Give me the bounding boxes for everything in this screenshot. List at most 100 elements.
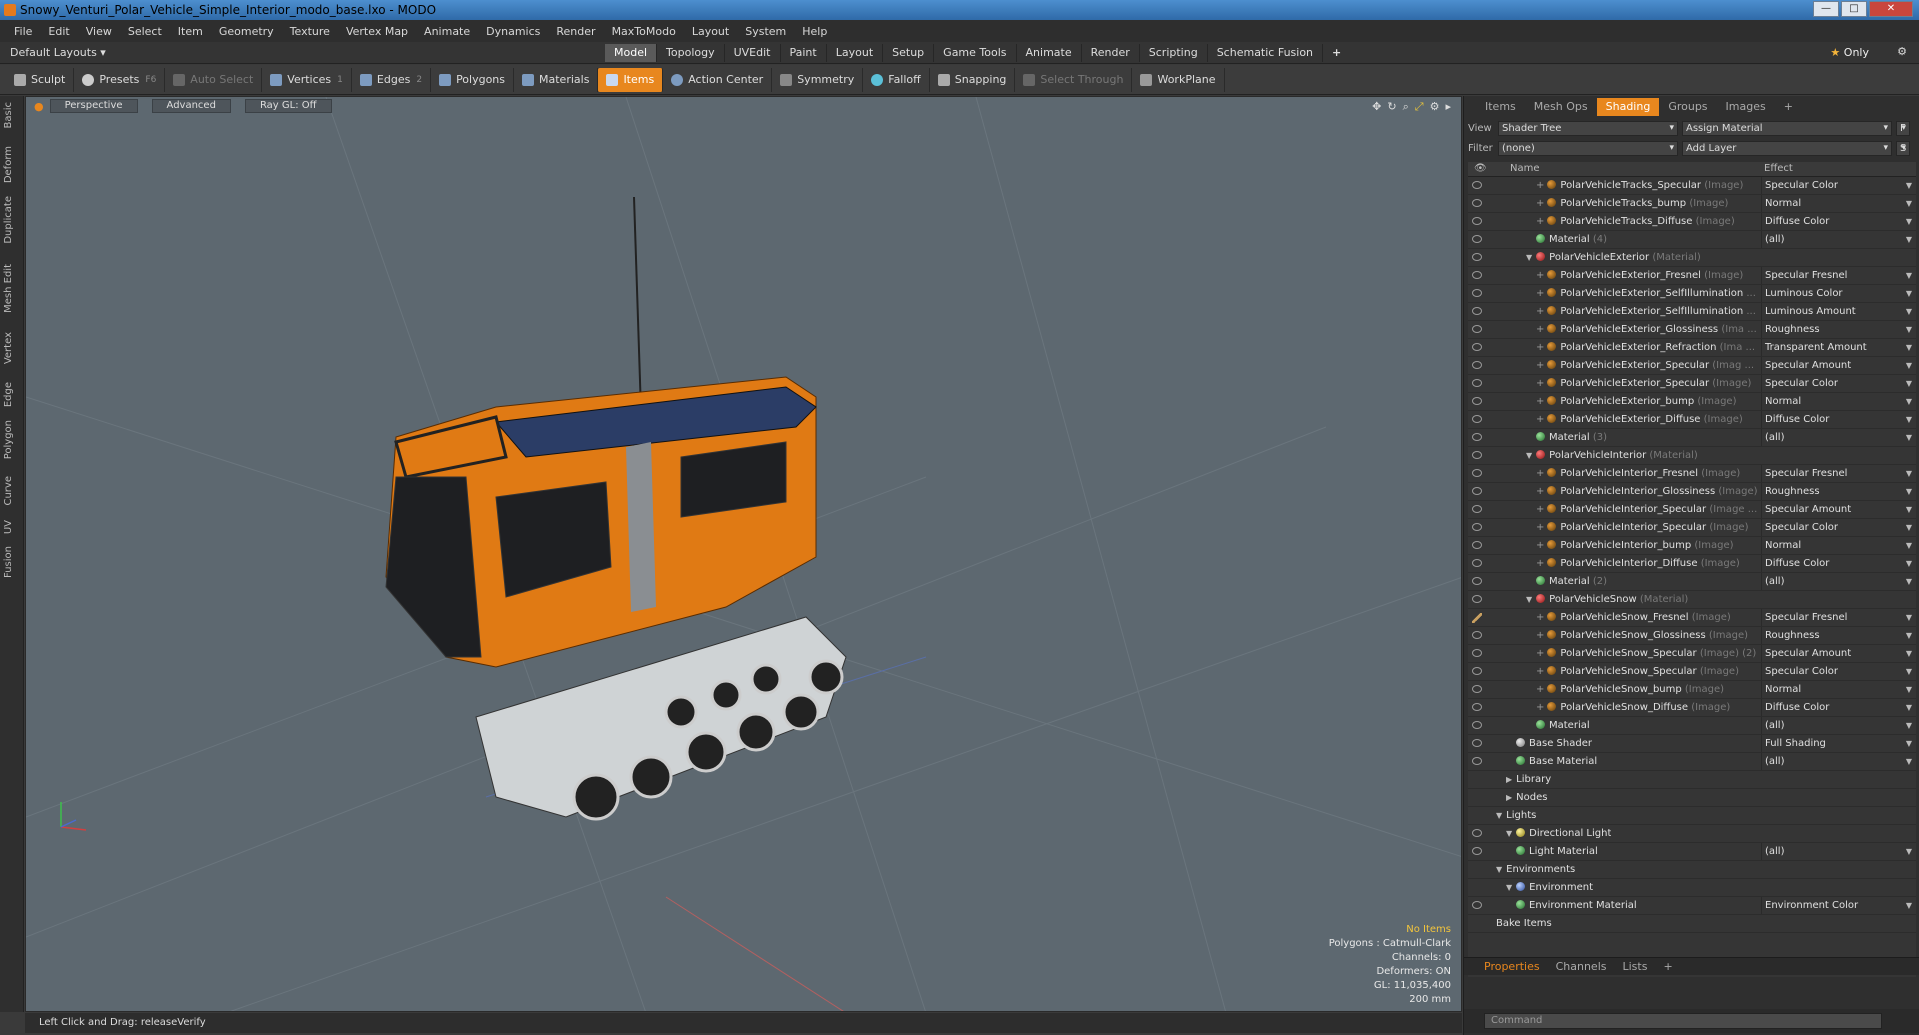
visibility-eye-icon[interactable] (1472, 217, 1482, 225)
expand-plus-icon[interactable]: + (1536, 216, 1544, 227)
tree-row[interactable]: Bake Items (1468, 915, 1916, 933)
visibility-eye-icon[interactable] (1472, 379, 1482, 387)
layer-effect[interactable]: Roughness (1761, 321, 1916, 338)
tree-row[interactable]: + PolarVehicleExterior_Specular (Imag ...… (1468, 357, 1916, 375)
expand-arrow-icon[interactable]: ▼ (1496, 811, 1502, 820)
tree-row[interactable]: Material (all) ▼ (1468, 717, 1916, 735)
visibility-eye-icon[interactable] (1472, 703, 1482, 711)
expand-plus-icon[interactable]: + (1536, 540, 1544, 551)
layer-effect[interactable]: (all) (1761, 753, 1916, 770)
add-layout-tab-button[interactable]: + (1323, 44, 1350, 62)
tree-row[interactable]: Base Shader Full Shading ▼ (1468, 735, 1916, 753)
bottom-tab-properties[interactable]: Properties (1476, 958, 1548, 975)
tree-row[interactable]: ▶ Library (1468, 771, 1916, 789)
effect-column-header[interactable]: Effect (1764, 163, 1793, 174)
visibility-eye-icon[interactable] (1472, 721, 1482, 729)
3d-viewport[interactable]: ● Perspective Advanced Ray GL: Off ✥ ↻ ⌕… (25, 96, 1462, 1012)
effect-dropdown-icon[interactable]: ▼ (1906, 609, 1912, 626)
effect-dropdown-icon[interactable]: ▼ (1906, 339, 1912, 356)
assign-material-dropdown[interactable]: Assign Material (1682, 121, 1892, 136)
tree-row[interactable]: ▼ Environments (1468, 861, 1916, 879)
effect-dropdown-icon[interactable]: ▼ (1906, 195, 1912, 212)
layer-effect[interactable]: (all) (1761, 843, 1916, 860)
tree-row[interactable]: + PolarVehicleExterior_Diffuse (Image) Dif… (1468, 411, 1916, 429)
tree-row[interactable]: + PolarVehicleSnow_Fresnel (Image) Specula… (1468, 609, 1916, 627)
effect-dropdown-icon[interactable]: ▼ (1906, 627, 1912, 644)
expand-arrow-icon[interactable]: ▼ (1526, 451, 1532, 460)
effect-dropdown-icon[interactable]: ▼ (1906, 357, 1912, 374)
shading-advanced-dropdown[interactable]: Advanced (151, 99, 231, 113)
menu-view[interactable]: View (78, 25, 120, 38)
visibility-eye-icon[interactable] (1472, 685, 1482, 693)
expand-plus-icon[interactable]: + (1536, 342, 1544, 353)
menu-animate[interactable]: Animate (416, 25, 478, 38)
layer-effect[interactable]: Specular Fresnel (1761, 267, 1916, 284)
layer-effect[interactable]: Specular Fresnel (1761, 465, 1916, 482)
menu-maxtomodo[interactable]: MaxToModo (604, 25, 684, 38)
menu-edit[interactable]: Edit (40, 25, 77, 38)
tab-topology[interactable]: Topology (657, 44, 725, 62)
tree-row[interactable]: + PolarVehicleExterior_Refraction (Ima ..… (1468, 339, 1916, 357)
workplane-button[interactable]: WorkPlane (1132, 67, 1225, 92)
effect-dropdown-icon[interactable]: ▼ (1906, 753, 1912, 770)
left-tab-basic[interactable]: Basic (3, 102, 21, 128)
maximize-button[interactable]: □ (1841, 1, 1867, 17)
effect-dropdown-icon[interactable]: ▼ (1906, 465, 1912, 482)
collapse-arrow-icon[interactable]: ▶ (1506, 793, 1512, 802)
layer-effect[interactable]: Luminous Amount (1761, 303, 1916, 320)
layer-effect[interactable]: (all) (1761, 717, 1916, 734)
layer-effect[interactable]: Specular Fresnel (1761, 609, 1916, 626)
visibility-eye-icon[interactable] (1472, 505, 1482, 513)
left-tab-deform[interactable]: Deform (3, 146, 21, 183)
visibility-eye-icon[interactable] (1472, 271, 1482, 279)
default-layouts-dropdown[interactable]: Default Layouts ▾ (10, 46, 106, 59)
layer-effect[interactable]: Diffuse Color (1761, 699, 1916, 716)
command-input[interactable]: Command (1484, 1013, 1882, 1029)
effect-dropdown-icon[interactable]: ▼ (1906, 573, 1912, 590)
expand-plus-icon[interactable]: + (1536, 468, 1544, 479)
visibility-eye-icon[interactable] (1472, 397, 1482, 405)
visibility-eye-icon[interactable] (1472, 451, 1482, 459)
tree-row[interactable]: + PolarVehicleInterior_Diffuse (Image) Dif… (1468, 555, 1916, 573)
visibility-eye-icon[interactable] (1472, 343, 1482, 351)
effect-dropdown-icon[interactable]: ▼ (1906, 537, 1912, 554)
view-dropdown[interactable]: Shader Tree (1498, 121, 1678, 136)
bottom-tab-lists[interactable]: Lists (1615, 958, 1656, 975)
only-toggle[interactable]: ★ Only (1830, 46, 1869, 59)
visibility-eye-icon[interactable] (1472, 325, 1482, 333)
expand-plus-icon[interactable]: + (1536, 324, 1544, 335)
expand-plus-icon[interactable]: + (1536, 558, 1544, 569)
left-tab-fusion[interactable]: Fusion (3, 546, 21, 578)
effect-dropdown-icon[interactable]: ▼ (1906, 843, 1912, 860)
layer-effect[interactable]: Specular Amount (1761, 501, 1916, 518)
f-button[interactable]: F (1896, 121, 1910, 136)
expand-plus-icon[interactable]: + (1536, 414, 1544, 425)
visibility-eye-icon[interactable] (1472, 523, 1482, 531)
effect-dropdown-icon[interactable]: ▼ (1906, 519, 1912, 536)
expand-plus-icon[interactable]: + (1536, 360, 1544, 371)
layer-effect[interactable]: Roughness (1761, 483, 1916, 500)
expand-plus-icon[interactable]: + (1536, 522, 1544, 533)
visibility-eye-icon[interactable] (1472, 757, 1482, 765)
tree-row[interactable]: + PolarVehicleInterior_Glossiness (Image)… (1468, 483, 1916, 501)
tree-row[interactable]: + PolarVehicleExterior_SelfIllumination .… (1468, 285, 1916, 303)
layer-effect[interactable]: Diffuse Color (1761, 411, 1916, 428)
tree-row[interactable]: ▼ Directional Light (1468, 825, 1916, 843)
tree-row[interactable]: + PolarVehicleExterior_Fresnel (Image) Spe… (1468, 267, 1916, 285)
minimize-button[interactable]: — (1813, 1, 1839, 17)
layer-effect[interactable]: Normal (1761, 537, 1916, 554)
layer-effect[interactable]: Environment Color (1761, 897, 1916, 914)
tab-setup[interactable]: Setup (883, 44, 935, 62)
visibility-eye-icon[interactable] (1472, 307, 1482, 315)
effect-dropdown-icon[interactable]: ▼ (1906, 645, 1912, 662)
snapping-button[interactable]: Snapping (930, 67, 1016, 92)
tree-row[interactable]: + PolarVehicleTracks_bump (Image) Normal ▼ (1468, 195, 1916, 213)
left-tab-vertex[interactable]: Vertex (3, 332, 21, 364)
tree-row[interactable]: ▼ PolarVehicleSnow (Material) (1468, 591, 1916, 609)
expand-plus-icon[interactable]: + (1536, 270, 1544, 281)
effect-dropdown-icon[interactable]: ▼ (1906, 429, 1912, 446)
menu-layout[interactable]: Layout (684, 25, 737, 38)
panel-tab-items[interactable]: Items (1476, 98, 1525, 116)
vertices-button[interactable]: Vertices 1 (262, 67, 352, 92)
layer-effect[interactable]: (all) (1761, 231, 1916, 248)
